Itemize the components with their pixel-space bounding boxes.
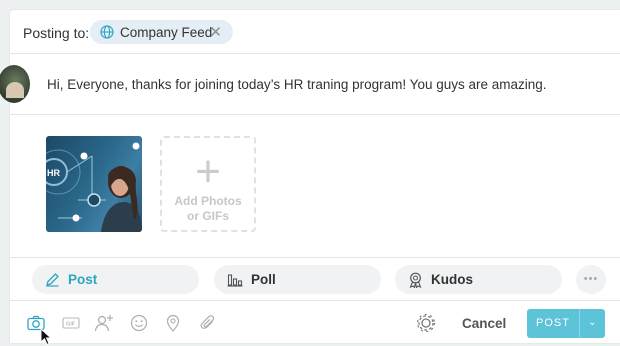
tab-kudos[interactable]: Kudos bbox=[395, 265, 562, 294]
mouse-pointer-icon bbox=[40, 328, 53, 346]
svg-text:GIF: GIF bbox=[66, 322, 76, 328]
hr-network-image: HR bbox=[46, 142, 142, 232]
more-options-icon[interactable]: ••• bbox=[576, 265, 606, 294]
tab-post[interactable]: Post bbox=[32, 265, 199, 294]
message-row: Hi, Everyone, thanks for joining today’s… bbox=[0, 55, 620, 115]
posting-to-label: Posting to: bbox=[23, 25, 90, 41]
thumbnail-badge: HR bbox=[47, 168, 60, 178]
tab-poll-label: Poll bbox=[251, 272, 276, 287]
post-button[interactable]: POST bbox=[527, 309, 579, 338]
globe-icon bbox=[100, 25, 114, 39]
post-composer: Posting to: Company Feed ✕ Hi, Everyone,… bbox=[0, 10, 620, 346]
award-icon bbox=[409, 272, 422, 288]
tab-kudos-label: Kudos bbox=[431, 272, 473, 287]
tab-post-label: Post bbox=[68, 272, 98, 287]
posting-to-bar: Posting to: Company Feed ✕ bbox=[10, 10, 620, 54]
post-button-group: POST ⌄ bbox=[527, 309, 605, 338]
plus-icon: + bbox=[195, 147, 221, 196]
post-type-tabs: Post Poll Kudos ••• bbox=[10, 259, 620, 301]
attachment-icon[interactable] bbox=[198, 313, 218, 333]
pencil-icon bbox=[46, 273, 59, 287]
avatar bbox=[0, 65, 30, 103]
gif-icon[interactable]: GIF bbox=[61, 313, 81, 333]
tab-poll[interactable]: Poll bbox=[214, 265, 381, 294]
add-photos-label-line1: Add Photos bbox=[174, 194, 242, 208]
gear-icon[interactable] bbox=[415, 312, 437, 334]
media-area: HR + Add Photos or GIFs bbox=[10, 116, 620, 258]
composer-toolbar: GIF Cancel POST ⌄ bbox=[10, 302, 620, 346]
destination-name: Company Feed bbox=[120, 24, 213, 40]
add-photos-button[interactable]: + Add Photos or GIFs bbox=[160, 136, 256, 232]
add-photos-label-line2: or GIFs bbox=[186, 209, 229, 223]
add-person-icon[interactable] bbox=[94, 313, 114, 333]
attached-image-thumbnail[interactable]: HR bbox=[46, 136, 142, 232]
chevron-down-icon[interactable]: ⌄ bbox=[579, 309, 605, 338]
location-icon[interactable] bbox=[163, 313, 183, 333]
bar-chart-icon bbox=[227, 274, 243, 287]
emoji-icon[interactable] bbox=[129, 313, 149, 333]
cancel-button[interactable]: Cancel bbox=[462, 316, 506, 331]
message-input[interactable]: Hi, Everyone, thanks for joining today’s… bbox=[47, 77, 547, 92]
destination-chip[interactable]: Company Feed ✕ bbox=[90, 20, 233, 44]
remove-destination-icon[interactable]: ✕ bbox=[209, 23, 222, 41]
